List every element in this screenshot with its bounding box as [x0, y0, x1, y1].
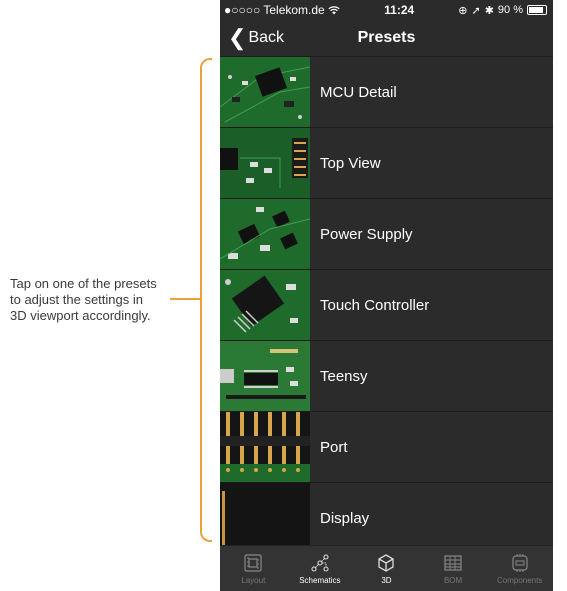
tab-components[interactable]: Components	[486, 546, 553, 591]
back-button[interactable]: ❮ Back	[220, 27, 284, 49]
tab-schematics[interactable]: Schematics	[287, 546, 354, 591]
pcb-thumbnail	[220, 57, 310, 127]
pcb-thumbnail	[220, 199, 310, 269]
preset-teensy[interactable]: Teensy	[220, 341, 553, 412]
chevron-left-icon: ❮	[228, 25, 247, 50]
annotation-line: 3D viewport accordingly.	[10, 308, 151, 323]
preset-label: Teensy	[320, 367, 368, 385]
tab-layout[interactable]: Layout	[220, 546, 287, 591]
carrier-wifi: ●○○○○ Telekom.de	[224, 3, 340, 17]
annotation-line: to adjust the settings in	[10, 292, 143, 307]
battery-label: 90 %	[497, 4, 523, 16]
tab-label: 3D	[381, 576, 392, 585]
preset-mcu-detail[interactable]: MCU Detail	[220, 57, 553, 128]
tab-bar: Layout Schematics 3D BOM Components	[220, 545, 553, 591]
preset-label: Touch Controller	[320, 296, 430, 314]
preset-display[interactable]: Display	[220, 483, 553, 554]
tab-label: Layout	[241, 576, 266, 585]
tab-label: Schematics	[299, 576, 341, 585]
grid-icon	[444, 555, 462, 571]
back-label: Back	[248, 29, 285, 46]
preset-touch-controller[interactable]: Touch Controller	[220, 270, 553, 341]
rotation-lock-icon: ⊕	[458, 4, 468, 17]
schematics-icon	[311, 554, 329, 572]
location-icon: ➚	[471, 4, 481, 17]
annotation-text: Tap on one of the presets to adjust the …	[10, 276, 170, 324]
annotation-connector	[170, 298, 200, 300]
pcb-thumbnail	[220, 483, 310, 553]
status-right: ⊕ ➚ ✱ 90 %	[458, 4, 547, 17]
battery-icon	[527, 5, 547, 15]
preset-top-view[interactable]: Top View	[220, 128, 553, 199]
component-icon	[512, 554, 528, 572]
pcb-thumbnail	[220, 270, 310, 340]
status-time: 11:24	[384, 3, 415, 17]
bluetooth-icon: ✱	[484, 4, 494, 17]
pcb-thumbnail	[220, 128, 310, 198]
tab-label: Components	[496, 576, 543, 585]
layout-icon	[244, 554, 262, 572]
tab-3d[interactable]: 3D	[353, 546, 420, 591]
preset-label: MCU Detail	[320, 83, 397, 101]
tab-bom[interactable]: BOM	[420, 546, 487, 591]
pcb-thumbnail	[220, 412, 310, 482]
preset-label: Port	[320, 438, 348, 456]
preset-power-supply[interactable]: Power Supply	[220, 199, 553, 270]
preset-label: Power Supply	[320, 225, 413, 243]
annotation-line: Tap on one of the presets	[10, 276, 157, 291]
wifi-icon	[328, 3, 340, 17]
annotation-bracket	[200, 58, 212, 542]
status-bar: ●○○○○ Telekom.de 11:24 ⊕ ➚ ✱ 90 %	[220, 0, 553, 20]
preset-port[interactable]: Port	[220, 412, 553, 483]
carrier-label: ●○○○○ Telekom.de	[224, 3, 325, 17]
navigation-bar: ❮ Back Presets	[220, 20, 553, 56]
preset-list: MCU Detail Top View Power Supply Touch C…	[220, 56, 553, 554]
tab-label: BOM	[443, 576, 463, 585]
phone-screen: ●○○○○ Telekom.de 11:24 ⊕ ➚ ✱ 90 % ❮ Back…	[220, 0, 553, 591]
cube-icon	[378, 554, 395, 572]
preset-label: Top View	[320, 154, 381, 172]
pcb-thumbnail	[220, 341, 310, 411]
preset-label: Display	[320, 509, 370, 527]
